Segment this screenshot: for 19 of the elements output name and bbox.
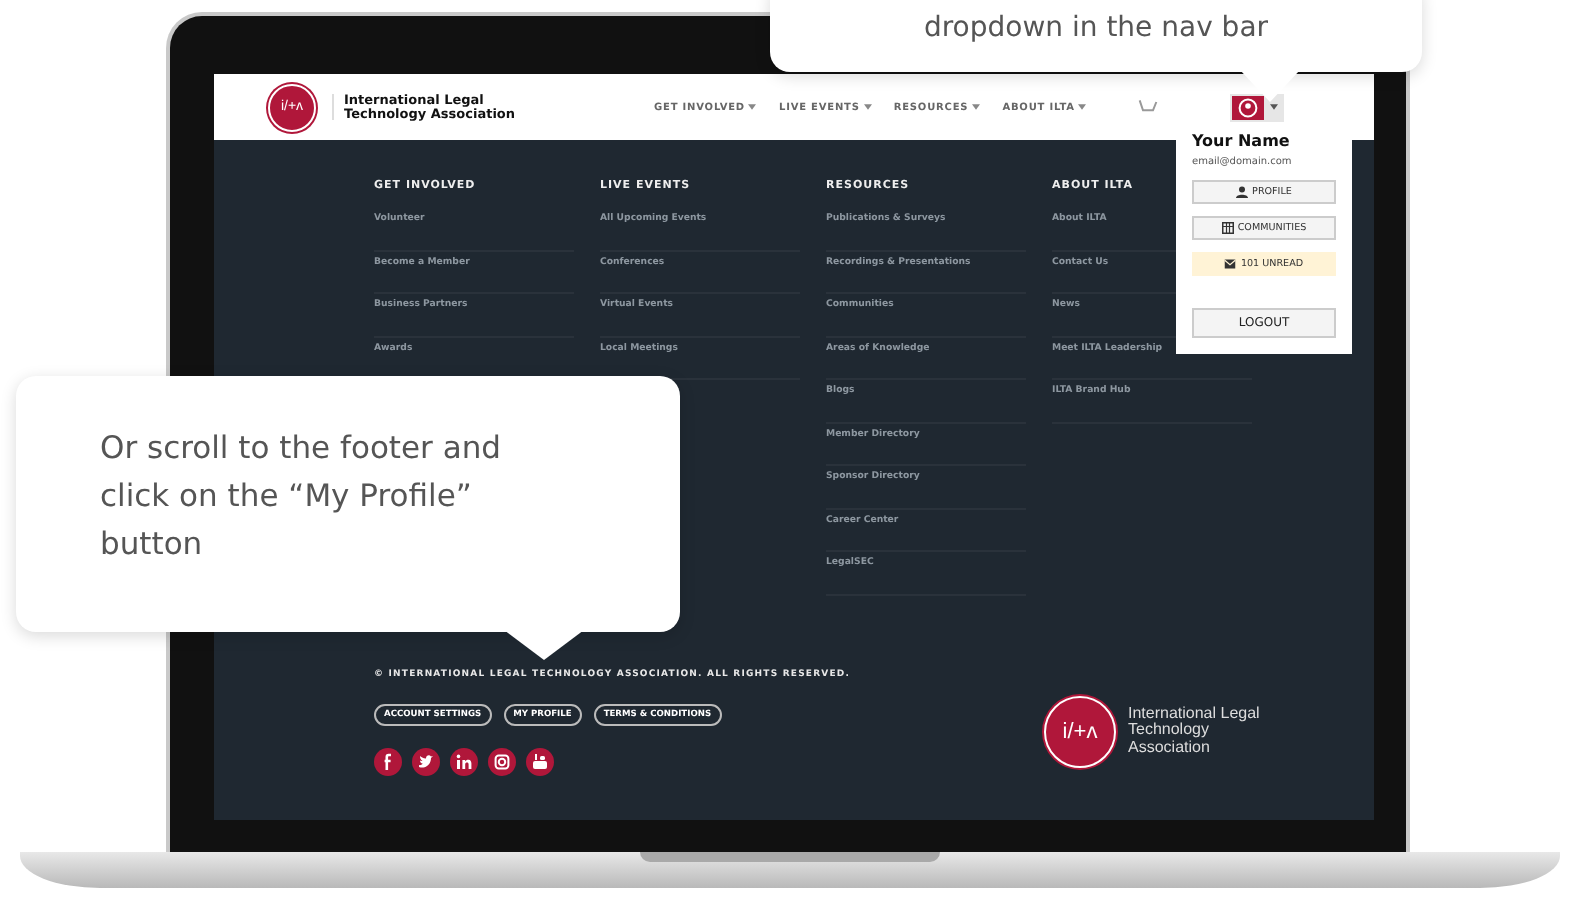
caret-icon — [748, 104, 757, 110]
facebook-icon[interactable] — [374, 748, 402, 776]
caret-icon — [863, 104, 872, 110]
linkedin-icon[interactable] — [450, 748, 478, 776]
user-menu-button[interactable] — [1230, 93, 1285, 121]
person-icon — [1236, 186, 1249, 198]
caret-icon — [1078, 104, 1087, 110]
callout-text: Or scroll to the footer and click on the “My Profile” button — [100, 428, 504, 567]
caret-icon — [972, 104, 981, 110]
cart-icon[interactable] — [1138, 98, 1159, 116]
callout-text: dropdown in the nav bar — [923, 12, 1269, 44]
brand-name: International Legal Technology Association — [1128, 705, 1262, 757]
instagram-icon[interactable] — [488, 748, 516, 776]
grid-icon — [1221, 222, 1234, 234]
logo-mark: i/+ʌ — [1044, 695, 1116, 767]
twitter-icon[interactable] — [412, 748, 440, 776]
user-name: Your Name — [1192, 132, 1290, 150]
envelope-icon — [1224, 258, 1237, 270]
user-icon — [1232, 95, 1265, 119]
